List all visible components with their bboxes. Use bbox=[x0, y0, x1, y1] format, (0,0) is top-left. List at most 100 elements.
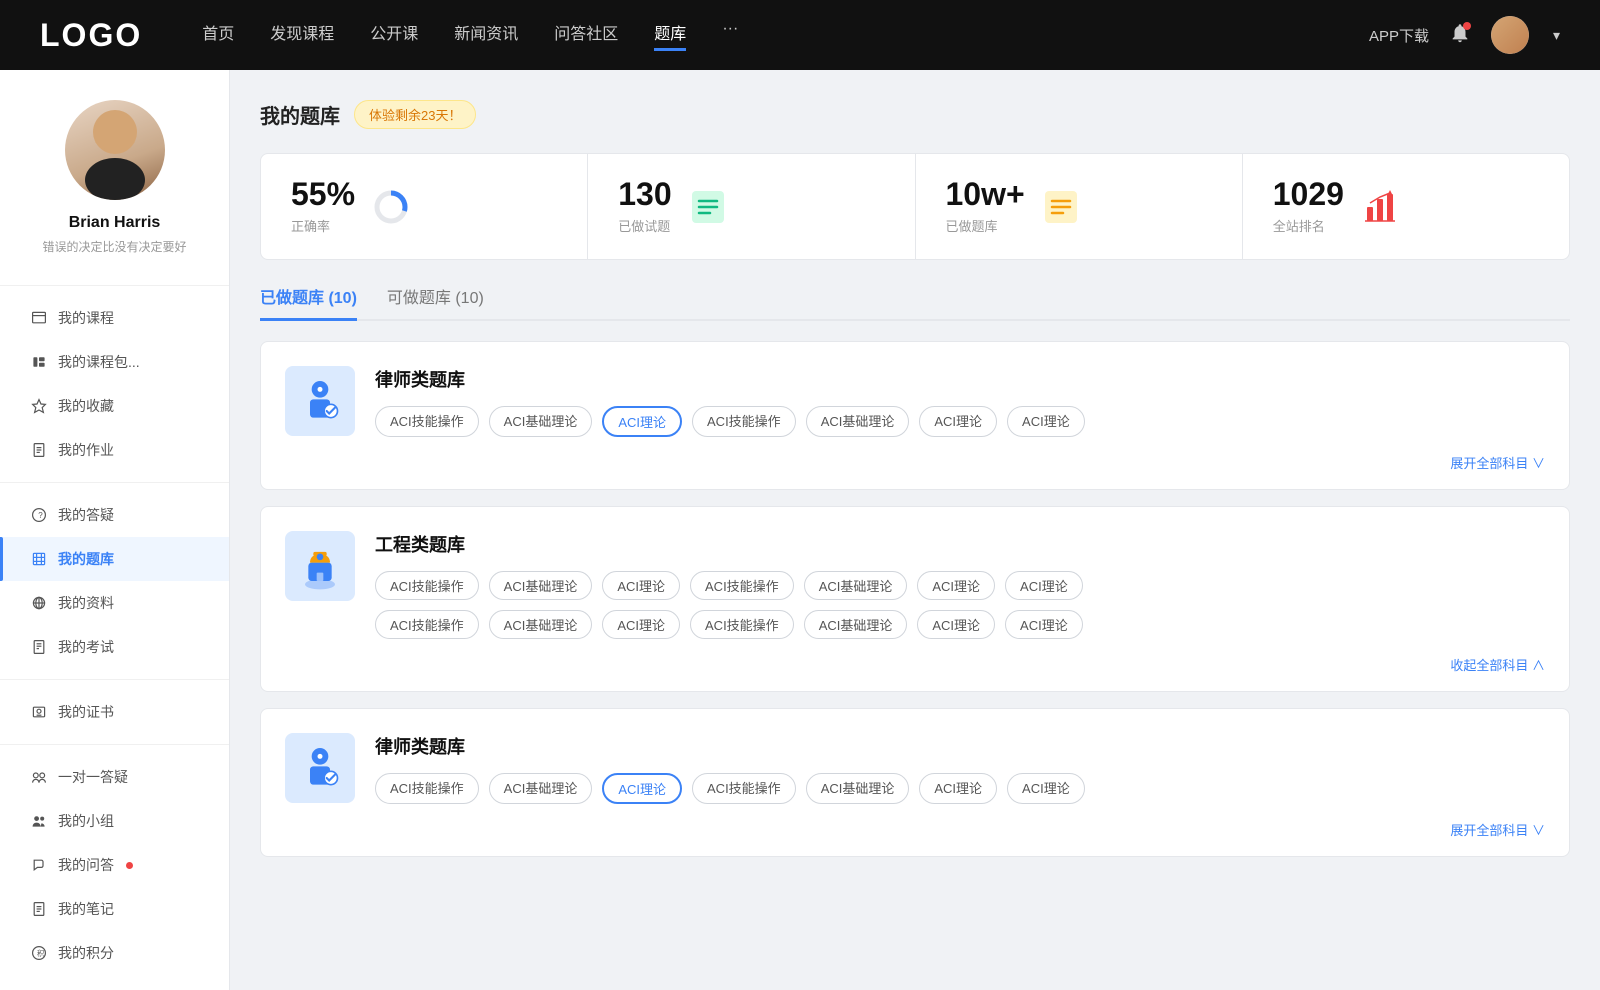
bank-tag-2[interactable]: ACI理论 bbox=[602, 773, 682, 804]
bank-tag-2[interactable]: ACI理论 bbox=[602, 571, 680, 600]
sidebar-item-note[interactable]: 我的笔记 bbox=[0, 887, 229, 931]
bank-tag-r2-6[interactable]: ACI理论 bbox=[1005, 610, 1083, 639]
bank-tag-6[interactable]: ACI理论 bbox=[1007, 406, 1085, 437]
avatar-image bbox=[65, 100, 165, 200]
sidebar-item-resource[interactable]: 我的资料 bbox=[0, 581, 229, 625]
bank-tag-1[interactable]: ACI基础理论 bbox=[489, 571, 593, 600]
sidebar-item-exam[interactable]: 我的考试 bbox=[0, 625, 229, 669]
tab-1[interactable]: 可做题库 (10) bbox=[387, 284, 484, 319]
bank-tag-4[interactable]: ACI基础理论 bbox=[804, 571, 908, 600]
bank-tag-0[interactable]: ACI技能操作 bbox=[375, 571, 479, 600]
sidebar-item-label: 我的问答 bbox=[58, 855, 114, 875]
sidebar-divider bbox=[0, 679, 229, 680]
bank-card-1: 工程类题库 ACI技能操作ACI基础理论ACI理论ACI技能操作ACI基础理论A… bbox=[260, 506, 1570, 692]
sidebar-divider-1 bbox=[0, 285, 229, 286]
bank-tag-3[interactable]: ACI技能操作 bbox=[692, 773, 796, 804]
user-menu-chevron[interactable]: ▾ bbox=[1553, 27, 1560, 44]
bank-icon-engineer bbox=[285, 531, 355, 601]
collapse-btn[interactable]: 收起全部科目 ∧ bbox=[1450, 658, 1545, 673]
stat-main: 55% 正确率 bbox=[291, 178, 355, 235]
bank-tag-6[interactable]: ACI理论 bbox=[1007, 773, 1085, 804]
bank-tag-r2-5[interactable]: ACI理论 bbox=[917, 610, 995, 639]
sidebar-item-package[interactable]: 我的课程包... bbox=[0, 340, 229, 384]
sidebar-item-group[interactable]: 我的小组 bbox=[0, 799, 229, 843]
bank-tag-4[interactable]: ACI基础理论 bbox=[806, 773, 910, 804]
bank-tag-1[interactable]: ACI基础理论 bbox=[489, 773, 593, 804]
page-title: 我的题库 bbox=[260, 100, 340, 129]
sidebar-item-label: 我的证书 bbox=[58, 702, 114, 722]
notification-dot bbox=[126, 862, 133, 869]
sidebar-item-one2one[interactable]: 一对一答疑 bbox=[0, 755, 229, 799]
expand-btn[interactable]: 展开全部科目 ∨ bbox=[1450, 823, 1545, 838]
bank-tag-r2-3[interactable]: ACI技能操作 bbox=[690, 610, 794, 639]
sidebar-item-label: 我的课程包... bbox=[58, 352, 140, 372]
sidebar-item-course[interactable]: 我的课程 bbox=[0, 296, 229, 340]
exam-icon bbox=[30, 638, 48, 656]
stat-number: 130 bbox=[618, 178, 671, 210]
bank-title: 律师类题库 bbox=[375, 366, 1545, 392]
sidebar-divider bbox=[0, 744, 229, 745]
sidebar-item-qa[interactable]: ?我的答疑 bbox=[0, 493, 229, 537]
navbar: LOGO 首页发现课程公开课新闻资讯问答社区题库··· APP下载 ▾ bbox=[0, 0, 1600, 70]
bank-tag-5[interactable]: ACI理论 bbox=[917, 571, 995, 600]
nav-link[interactable]: 发现课程 bbox=[270, 20, 334, 51]
one2one-icon bbox=[30, 768, 48, 786]
bank-tag-r2-0[interactable]: ACI技能操作 bbox=[375, 610, 479, 639]
sidebar-item-bank[interactable]: 我的题库 bbox=[0, 537, 229, 581]
trial-badge: 体验剩余23天！ bbox=[354, 100, 476, 129]
list-orange-icon bbox=[1041, 187, 1081, 227]
nav-link[interactable]: 题库 bbox=[654, 20, 686, 51]
bank-tag-2[interactable]: ACI理论 bbox=[602, 406, 682, 437]
bank-tags: ACI技能操作 ACI基础理论 ACI理论 ACI技能操作 ACI基础理论 ACI理论 AC… bbox=[375, 406, 1545, 437]
star-icon bbox=[30, 397, 48, 415]
sidebar-item-star[interactable]: 我的收藏 bbox=[0, 384, 229, 428]
sidebar-item-homework[interactable]: 我的作业 bbox=[0, 428, 229, 472]
nav-link[interactable]: ··· bbox=[722, 20, 738, 51]
nav-link[interactable]: 公开课 bbox=[370, 20, 418, 51]
stat-done-questions: 130 已做试题 bbox=[588, 154, 915, 259]
bank-tag-6[interactable]: ACI理论 bbox=[1005, 571, 1083, 600]
page-header: 我的题库 体验剩余23天！ bbox=[260, 100, 1570, 129]
sidebar-item-points[interactable]: 积我的积分 bbox=[0, 931, 229, 975]
page-wrapper: Brian Harris 错误的决定比没有决定要好 我的课程我的课程包...我的… bbox=[0, 0, 1600, 990]
bank-tag-0[interactable]: ACI技能操作 bbox=[375, 773, 479, 804]
bank-icon-lawyer bbox=[285, 733, 355, 803]
sidebar-item-cert[interactable]: 我的证书 bbox=[0, 690, 229, 734]
avatar-wrap bbox=[65, 100, 165, 200]
bank-tag-0[interactable]: ACI技能操作 bbox=[375, 406, 479, 437]
bank-tag-r2-2[interactable]: ACI理论 bbox=[602, 610, 680, 639]
user-avatar[interactable] bbox=[1491, 16, 1529, 54]
app-download-btn[interactable]: APP下载 bbox=[1369, 25, 1429, 46]
svg-text:?: ? bbox=[38, 511, 43, 520]
bank-header: 律师类题库 ACI技能操作ACI基础理论ACI理论ACI技能操作ACI基础理论A… bbox=[285, 366, 1545, 437]
bank-tag-r2-4[interactable]: ACI基础理论 bbox=[804, 610, 908, 639]
expand-btn[interactable]: 展开全部科目 ∨ bbox=[1450, 456, 1545, 471]
sidebar-item-label: 我的笔记 bbox=[58, 899, 114, 919]
tab-0[interactable]: 已做题库 (10) bbox=[260, 284, 357, 321]
bank-tag-5[interactable]: ACI理论 bbox=[919, 773, 997, 804]
bank-icon bbox=[30, 550, 48, 568]
stat-label: 全站排名 bbox=[1273, 216, 1344, 235]
notification-bell[interactable] bbox=[1449, 22, 1471, 49]
bank-tags-row2: ACI技能操作 ACI基础理论 ACI理论 ACI技能操作 ACI基础理论 ACI理论 AC… bbox=[375, 610, 1545, 639]
points-icon: 积 bbox=[30, 944, 48, 962]
stat-label: 已做题库 bbox=[946, 216, 1025, 235]
bank-tag-1[interactable]: ACI基础理论 bbox=[489, 406, 593, 437]
bank-card-2: 律师类题库 ACI技能操作ACI基础理论ACI理论ACI技能操作ACI基础理论A… bbox=[260, 708, 1570, 857]
sidebar-item-label: 我的题库 bbox=[58, 549, 114, 569]
bank-tag-4[interactable]: ACI基础理论 bbox=[806, 406, 910, 437]
sidebar-item-question[interactable]: 我的问答 bbox=[0, 843, 229, 887]
nav-link[interactable]: 首页 bbox=[202, 20, 234, 51]
donut-icon bbox=[371, 187, 411, 227]
bank-tag-3[interactable]: ACI技能操作 bbox=[690, 571, 794, 600]
nav-link[interactable]: 问答社区 bbox=[554, 20, 618, 51]
bank-tag-3[interactable]: ACI技能操作 bbox=[692, 406, 796, 437]
bank-tag-r2-1[interactable]: ACI基础理论 bbox=[489, 610, 593, 639]
resource-icon bbox=[30, 594, 48, 612]
bank-icon-lawyer bbox=[285, 366, 355, 436]
nav-link[interactable]: 新闻资讯 bbox=[454, 20, 518, 51]
nav-right: APP下载 ▾ bbox=[1369, 16, 1560, 54]
stat-label: 正确率 bbox=[291, 216, 355, 235]
stat-main: 10w+ 已做题库 bbox=[946, 178, 1025, 235]
bank-tag-5[interactable]: ACI理论 bbox=[919, 406, 997, 437]
